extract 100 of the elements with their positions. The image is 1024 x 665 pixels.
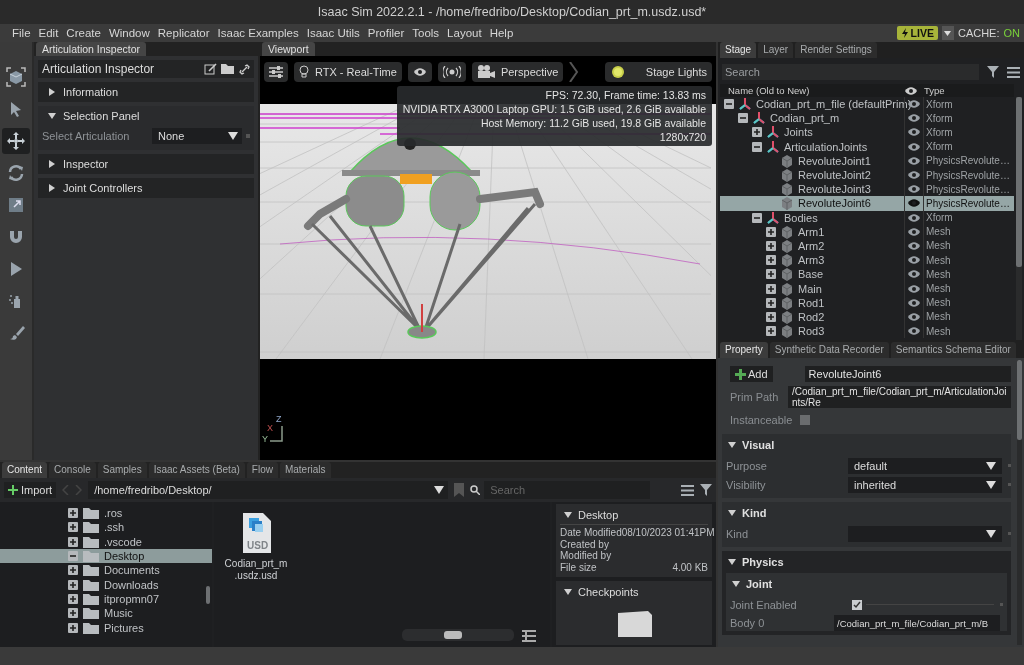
panel-tab[interactable]: Semantics Schema Editor [890, 342, 1016, 358]
expand-icon[interactable] [766, 297, 776, 308]
menu-item[interactable]: Window [104, 27, 154, 39]
section-title[interactable]: Joint [746, 578, 773, 590]
tree-row[interactable]: Rod3 Mesh [720, 324, 1014, 339]
expand-icon[interactable] [766, 255, 776, 266]
import-button[interactable]: Import [4, 482, 57, 498]
disclosure-arrow-icon[interactable] [48, 160, 56, 168]
expand-icon[interactable] [766, 226, 776, 237]
slider-thumb[interactable] [444, 631, 463, 639]
tree-row[interactable]: Joints Xform [720, 125, 1014, 140]
tree-row[interactable]: Arm1 Mesh [720, 224, 1014, 239]
expand-icon[interactable] [68, 565, 78, 576]
panel-tab[interactable]: Synthetic Data Recorder [769, 342, 889, 358]
collapse-icon[interactable] [752, 141, 762, 152]
menu-item[interactable]: Layout [443, 27, 486, 39]
panel-tab[interactable]: Materials [279, 462, 331, 478]
section-title[interactable]: Kind [742, 507, 767, 519]
text-field[interactable]: /Codian_prt_m_file/Codian_prt_m/B [834, 615, 1000, 631]
broadcast-button[interactable] [437, 62, 466, 82]
menu-item[interactable]: Replicator [153, 27, 214, 39]
path-field[interactable]: /home/fredribo/Desktop/ [88, 481, 449, 499]
panel-tab[interactable]: Console [49, 462, 96, 478]
renderer-button[interactable]: RTX - Real-Time [294, 62, 402, 82]
panel-tab[interactable]: Viewport [262, 42, 315, 56]
tree-row[interactable]: Bodies Xform [720, 210, 1014, 225]
folder-row[interactable]: itpropmn07 [0, 591, 212, 607]
expand-icon[interactable] [752, 127, 762, 138]
folder-row[interactable]: .vscode [0, 534, 212, 549]
collapse-icon[interactable] [738, 113, 748, 124]
tree-row[interactable]: Arm3 Mesh [720, 253, 1014, 268]
section-title[interactable]: Physics [742, 556, 784, 568]
prim-path-field[interactable]: /Codian_prt_m_file/Codian_prt_m/ArticulationJoints/Re [788, 386, 1011, 408]
dropdown[interactable]: inherited [848, 476, 1002, 493]
live-menu-button[interactable] [941, 26, 954, 40]
expand-icon[interactable] [766, 240, 776, 251]
tree-row[interactable]: ArticulationJoints Xform [720, 139, 1014, 154]
disclosure-arrow-icon[interactable] [728, 509, 736, 517]
disclosure-arrow-icon[interactable] [564, 511, 572, 519]
visibility-button[interactable] [407, 62, 432, 82]
section-title[interactable]: Visual [742, 439, 775, 451]
collapse-icon[interactable] [724, 99, 734, 110]
column-header[interactable]: Name (Old to New) [720, 85, 904, 96]
expand-icon[interactable] [68, 622, 78, 633]
disclosure-arrow-icon[interactable] [728, 441, 736, 449]
expand-icon[interactable] [766, 326, 776, 337]
menu-item[interactable]: File [8, 27, 35, 39]
tree-row[interactable]: Rod1 Mesh [720, 295, 1014, 310]
camera-button[interactable]: Perspective [471, 62, 564, 82]
section-title[interactable]: Inspector [63, 158, 109, 170]
panel-tab[interactable]: Samples [97, 462, 147, 478]
tree-row[interactable]: Codian_prt_m_file (defaultPrim) Xform [720, 97, 1014, 112]
panel-tab[interactable]: Stage [720, 42, 757, 58]
checkbox[interactable] [800, 415, 811, 425]
dropdown[interactable]: None [152, 128, 242, 144]
folder-row[interactable]: .ssh [0, 520, 212, 535]
menu-item[interactable]: Isaac Utils [302, 27, 364, 39]
panel-tab[interactable]: Layer [758, 42, 794, 58]
menu-item[interactable]: Isaac Examples [213, 27, 303, 39]
panel-tab[interactable]: Property [720, 342, 768, 358]
settings-button[interactable] [264, 62, 288, 82]
folder-row[interactable]: Music [0, 606, 212, 621]
panel-tab[interactable]: Flow [246, 462, 278, 478]
tree-row[interactable]: RevoluteJoint2 PhysicsRevolute… [720, 167, 1014, 183]
expand-icon[interactable] [68, 508, 78, 519]
tree-row[interactable]: Main Mesh [720, 281, 1014, 296]
expand-icon[interactable] [766, 311, 776, 322]
tree-row[interactable]: RevoluteJoint1 PhysicsRevolute… [720, 153, 1014, 168]
disclosure-arrow-icon[interactable] [48, 184, 56, 192]
checkbox[interactable] [852, 599, 862, 610]
menu-item[interactable]: Help [485, 27, 518, 39]
search-field[interactable]: Search [722, 64, 979, 80]
disclosure-arrow-icon[interactable] [732, 580, 740, 588]
folder-row[interactable]: Documents [0, 563, 212, 578]
tree-row[interactable]: Base Mesh [720, 267, 1014, 282]
tree-row[interactable]: Codian_prt_m Xform [720, 111, 1014, 126]
collapse-icon[interactable] [68, 551, 78, 562]
expand-icon[interactable] [766, 283, 776, 294]
expand-icon[interactable] [68, 593, 78, 604]
menu-item[interactable]: Create [62, 27, 105, 39]
folder-row[interactable]: Desktop [0, 548, 212, 564]
disclosure-arrow-icon[interactable] [48, 88, 56, 96]
folder-row[interactable]: Downloads [0, 577, 212, 592]
disclosure-arrow-icon[interactable] [564, 588, 572, 596]
collapse-icon[interactable] [752, 212, 762, 223]
zoom-slider[interactable] [402, 629, 514, 641]
expand-icon[interactable] [68, 536, 78, 547]
expand-icon[interactable] [68, 579, 78, 590]
tree-row[interactable]: RevoluteJoint6 PhysicsRevolute… [720, 196, 1014, 211]
menu-item[interactable]: Profiler [363, 27, 409, 39]
dropdown[interactable]: default [848, 457, 1002, 474]
tree-row[interactable]: Arm2 Mesh [720, 238, 1014, 254]
panel-tab[interactable]: Articulation Inspector [36, 42, 147, 56]
panel-tab[interactable]: Render Settings [795, 42, 877, 58]
column-header[interactable]: Type [924, 85, 1014, 96]
expand-icon[interactable] [766, 269, 776, 280]
expand-icon[interactable] [68, 608, 78, 619]
section-title[interactable]: Selection Panel [63, 110, 140, 122]
live-button[interactable]: LIVE [896, 26, 938, 40]
section-title[interactable]: Information [63, 86, 119, 98]
